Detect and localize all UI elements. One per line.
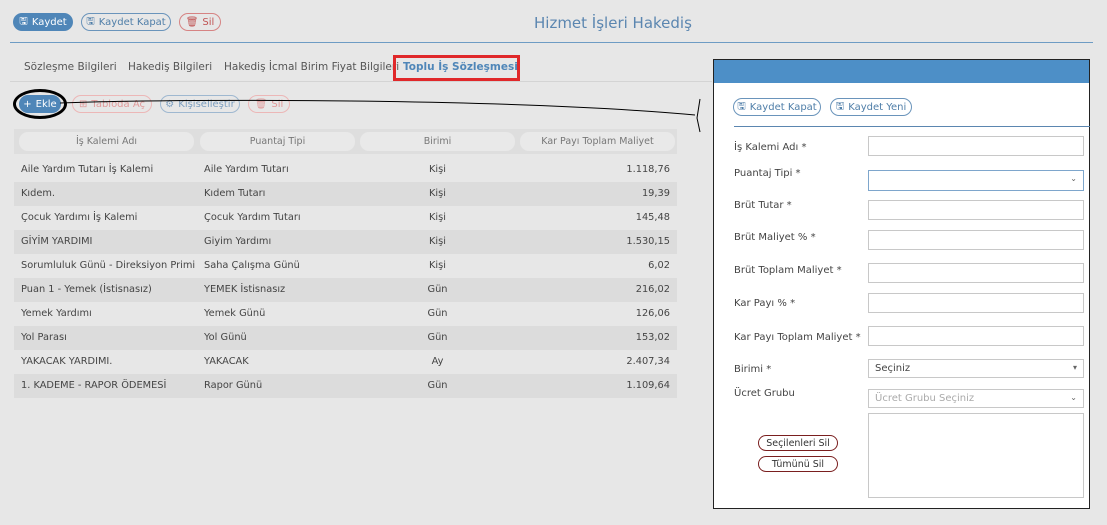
- chevron-down-icon: ⌄: [1070, 174, 1077, 183]
- table-row[interactable]: Yol Parası Yol Günü Gün 153,02: [14, 326, 677, 350]
- cell-unit: Ay: [431, 356, 444, 367]
- cell-profit-total-cost: 126,06: [635, 308, 670, 319]
- cell-profit-total-cost: 6,02: [648, 260, 670, 271]
- cell-item-name: Çocuk Yardımı İş Kalemi: [21, 212, 138, 223]
- item-name-input[interactable]: [868, 136, 1084, 156]
- cell-item-name: Kıdem.: [21, 188, 56, 199]
- timesheet-type-select[interactable]: ⌄: [868, 170, 1084, 191]
- cell-profit-total-cost: 145,48: [635, 212, 670, 223]
- delete-selected-button[interactable]: Seçilenleri Sil: [758, 435, 838, 451]
- panel-header: [714, 60, 1089, 83]
- gross-cost-pct-label: Brüt Maliyet % *: [734, 232, 816, 243]
- cell-unit: Gün: [427, 308, 448, 319]
- fee-group-placeholder: Ücret Grubu Seçiniz: [875, 393, 975, 404]
- table-row[interactable]: Puan 1 - Yemek (İstisnasız) YEMEK İstisna…: [14, 278, 677, 302]
- caret-down-icon: ▾: [1072, 363, 1077, 372]
- fee-group-list[interactable]: [868, 413, 1084, 498]
- cell-timesheet-type: Kıdem Tutarı: [204, 188, 266, 199]
- cell-unit: Kişi: [429, 236, 446, 247]
- panel-save-new-label: Kaydet Yeni: [848, 101, 907, 113]
- cell-unit: Gün: [427, 380, 448, 391]
- panel-save-new-button[interactable]: 🖫 Kaydet Yeni: [830, 98, 912, 116]
- gross-amount-label: Brüt Tutar *: [734, 200, 792, 211]
- cell-timesheet-type: Giyim Yardımı: [204, 236, 272, 247]
- cell-item-name: 1. KADEME - RAPOR ÖDEMESİ: [21, 380, 167, 391]
- column-header[interactable]: Puantaj Tipi: [200, 132, 355, 151]
- unit-select-value: Seçiniz: [875, 363, 911, 374]
- cell-item-name: Sorumluluk Günü - Direksiyon Primi: [21, 260, 196, 271]
- cell-timesheet-type: Çocuk Yardım Tutarı: [204, 212, 301, 223]
- column-header[interactable]: Birimi: [360, 132, 515, 151]
- cell-profit-total-cost: 153,02: [635, 332, 670, 343]
- delete-all-button[interactable]: Tümünü Sil: [758, 456, 838, 472]
- item-name-label: İş Kalemi Adı *: [734, 142, 807, 153]
- cell-timesheet-type: Yemek Günü: [204, 308, 266, 319]
- cell-item-name: YAKACAK YARDIMI.: [21, 356, 113, 367]
- cell-profit-total-cost: 216,02: [635, 284, 670, 295]
- gross-total-cost-label: Brüt Toplam Maliyet *: [734, 265, 842, 276]
- table-row[interactable]: Aile Yardım Tutarı İş Kalemi Aile Yardım …: [14, 158, 677, 182]
- profit-pct-label: Kar Payı % *: [734, 298, 796, 309]
- cell-timesheet-type: Yol Günü: [204, 332, 247, 343]
- cell-item-name: Puan 1 - Yemek (İstisnasız): [21, 284, 152, 295]
- cell-item-name: Yol Parası: [21, 332, 67, 343]
- cell-timesheet-type: Saha Çalışma Günü: [204, 260, 300, 271]
- cell-timesheet-type: Rapor Günü: [204, 380, 263, 391]
- fee-group-label: Ücret Grubu: [734, 388, 795, 399]
- cell-unit: Kişi: [429, 212, 446, 223]
- gross-total-cost-input[interactable]: [868, 263, 1084, 283]
- cell-profit-total-cost: 2.407,34: [626, 356, 670, 367]
- save-icon: 🖫: [737, 100, 746, 112]
- cell-timesheet-type: Aile Yardım Tutarı: [204, 164, 289, 175]
- cell-profit-total-cost: 1.530,15: [626, 236, 670, 247]
- edit-panel: 🖫 Kaydet Kapat 🖫 Kaydet Yeni İş Kalemi Adı…: [713, 59, 1090, 509]
- table-row[interactable]: Sorumluluk Günü - Direksiyon Primi Saha Ç…: [14, 254, 677, 278]
- save-icon: 🖫: [835, 100, 845, 112]
- gross-cost-pct-input[interactable]: [868, 230, 1084, 250]
- profit-total-cost-input[interactable]: [868, 326, 1084, 346]
- cell-item-name: Yemek Yardımı: [21, 308, 92, 319]
- table-row[interactable]: Kıdem. Kıdem Tutarı Kişi 19,39: [14, 182, 677, 206]
- cell-profit-total-cost: 1.109,64: [626, 380, 670, 391]
- chevron-down-icon: ⌄: [1070, 393, 1077, 402]
- cell-timesheet-type: YEMEK İstisnasız: [204, 284, 286, 295]
- panel-save-close-label: Kaydet Kapat: [749, 101, 817, 113]
- column-header[interactable]: Kar Payı Toplam Maliyet: [520, 132, 675, 151]
- profit-pct-input[interactable]: [868, 293, 1084, 313]
- table-row[interactable]: YAKACAK YARDIMI. YAKACAK Ay 2.407,34: [14, 350, 677, 374]
- panel-divider: [734, 126, 1090, 127]
- column-header[interactable]: İş Kalemi Adı: [19, 132, 194, 151]
- unit-select[interactable]: Seçiniz ▾: [868, 359, 1084, 378]
- cell-item-name: GİYİM YARDIMI: [21, 236, 93, 247]
- cell-unit: Kişi: [429, 260, 446, 271]
- fee-group-select[interactable]: Ücret Grubu Seçiniz ⌄: [868, 389, 1084, 408]
- cell-unit: Gün: [427, 284, 448, 295]
- timesheet-type-label: Puantaj Tipi *: [734, 168, 801, 179]
- table-row[interactable]: 1. KADEME - RAPOR ÖDEMESİ Rapor Günü Gün 1.…: [14, 374, 677, 398]
- cell-profit-total-cost: 19,39: [641, 188, 670, 199]
- table-row[interactable]: Yemek Yardımı Yemek Günü Gün 126,06: [14, 302, 677, 326]
- table-header: İş Kalemi Adı Puantaj Tipi Birimi Kar Pa…: [14, 129, 677, 154]
- unit-label: Birimi *: [734, 364, 772, 375]
- cell-profit-total-cost: 1.118,76: [626, 164, 670, 175]
- gross-amount-input[interactable]: [868, 200, 1084, 220]
- cell-unit: Kişi: [429, 164, 446, 175]
- table-row[interactable]: GİYİM YARDIMI Giyim Yardımı Kişi 1.530,15: [14, 230, 677, 254]
- panel-save-close-button[interactable]: 🖫 Kaydet Kapat: [733, 98, 821, 116]
- table-row[interactable]: Çocuk Yardımı İş Kalemi Çocuk Yardım Tuta…: [14, 206, 677, 230]
- cell-timesheet-type: YAKACAK: [204, 356, 249, 367]
- cell-item-name: Aile Yardım Tutarı İş Kalemi: [21, 164, 154, 175]
- cell-unit: Kişi: [429, 188, 446, 199]
- profit-total-cost-label: Kar Payı Toplam Maliyet *: [734, 332, 861, 343]
- cell-unit: Gün: [427, 332, 448, 343]
